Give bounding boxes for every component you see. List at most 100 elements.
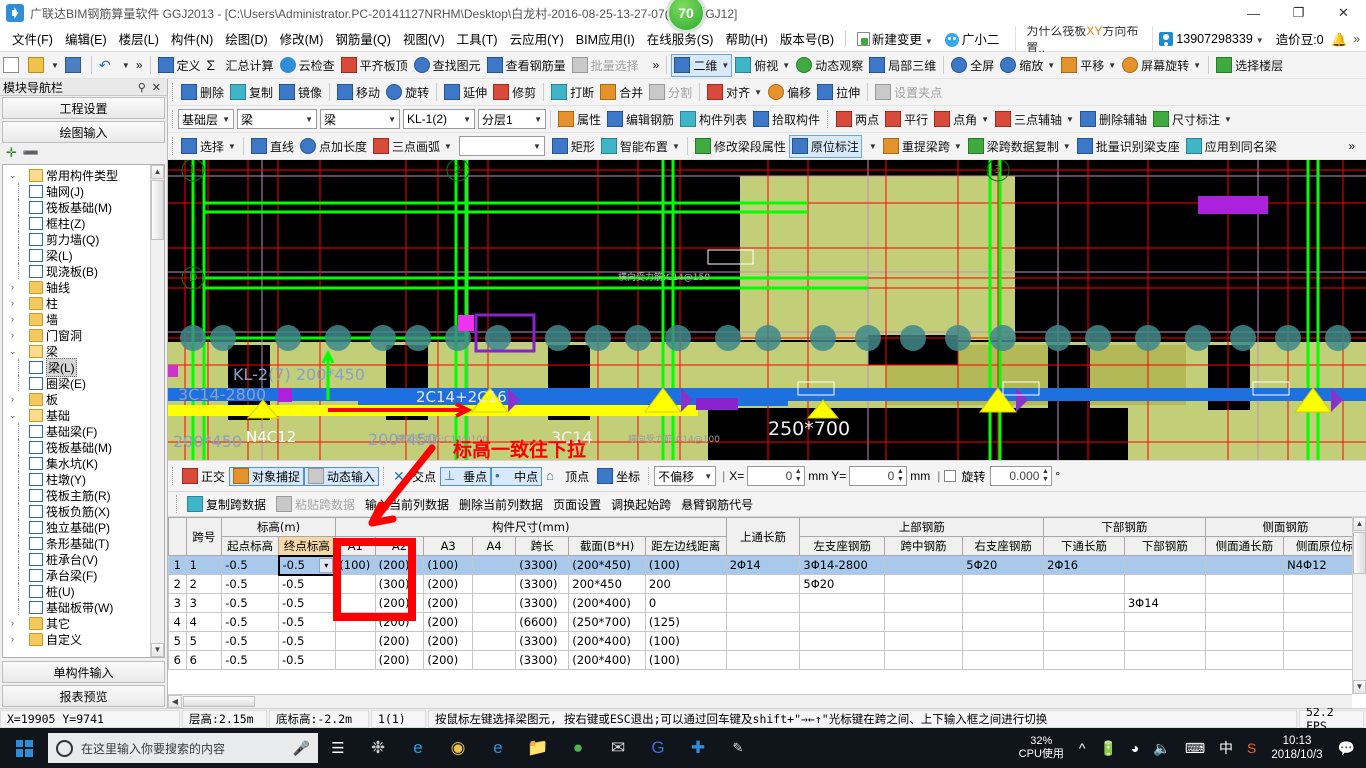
copy-button[interactable]: 复制	[227, 81, 276, 104]
table-column-header[interactable]: 下部钢筋	[1123, 536, 1206, 556]
zoom-button[interactable]: 缩放 ▼	[997, 54, 1058, 77]
table-cell-end_elev[interactable]: -0.5	[278, 612, 336, 632]
table-cell-end_elev[interactable]: -0.5	[278, 650, 336, 670]
paste-span-data-button[interactable]: 粘贴跨数据	[271, 494, 360, 515]
tree-node-item[interactable]: 梁(L)	[5, 357, 164, 377]
offset-mode-select[interactable]: 不偏移 ▼	[654, 466, 717, 486]
sidebar-button-report-preview[interactable]: 报表预览	[2, 685, 165, 707]
table-cell-a2[interactable]: (200)	[374, 593, 425, 613]
merge-button[interactable]: 合并	[597, 81, 646, 104]
table-row[interactable]: 4 4 -0.5 -0.5 (200) (200) (6600) (250*700) (125)	[168, 612, 1366, 632]
taskbar-app-mail[interactable]: ✉	[598, 728, 638, 768]
tree-node-item[interactable]: 集水坑(K)	[5, 455, 164, 471]
scroll-thumb[interactable]	[151, 180, 164, 240]
object-snap-toggle[interactable]: 对象捕捉	[229, 466, 305, 486]
toolbar-grip[interactable]	[172, 110, 174, 128]
chevron-right-icon[interactable]: ›	[7, 314, 18, 324]
new-file-button[interactable]	[0, 54, 25, 77]
split-button[interactable]: 分割	[646, 81, 695, 104]
line-tool-button[interactable]: 直线	[248, 135, 297, 158]
close-button[interactable]: ✕	[1321, 0, 1366, 26]
table-cell-start_elev[interactable]: -0.5	[221, 574, 279, 594]
tree-node-folder[interactable]: › 轴线	[5, 279, 164, 295]
two-point-axis-button[interactable]: 两点	[833, 108, 882, 131]
tree-node-folder[interactable]: ⌄ 梁	[5, 343, 164, 359]
table-cell-start_elev[interactable]: -0.5	[221, 593, 279, 613]
point-angle-axis-button[interactable]: 点角 ▼	[931, 108, 992, 131]
table-vscrollbar[interactable]: ▲ ▼	[1352, 517, 1366, 694]
sidebar-button-project-settings[interactable]: 工程设置	[2, 97, 165, 119]
table-cell-side_through[interactable]	[1204, 593, 1285, 613]
table-cell-a4[interactable]	[471, 650, 517, 670]
input-column-data-button[interactable]: 输入当前列数据	[360, 494, 454, 515]
taskbar-clock[interactable]: 10:13 2018/10/3	[1263, 734, 1330, 762]
table-row[interactable]: 1 1 -0.5 -0.5 ▾ (100) (200) (100) (3300) (200*450…	[168, 554, 1366, 576]
table-column-header[interactable]: 侧面通长筋	[1204, 536, 1285, 556]
chevron-down-icon[interactable]: ⌄	[7, 346, 18, 357]
table-cell-span_len[interactable]: (3300)	[515, 593, 570, 613]
tree-node-item[interactable]: 基础梁(F)	[5, 423, 164, 439]
table-cell-start_elev[interactable]: -0.5	[221, 650, 279, 670]
table-cell-a3[interactable]: (200)	[423, 574, 473, 594]
chevron-right-icon[interactable]: ›	[7, 330, 18, 340]
menu-item-cloud[interactable]: 云应用(Y)	[504, 26, 570, 51]
table-cell-a1[interactable]	[334, 593, 376, 613]
sogou-icon[interactable]: S	[1240, 740, 1263, 756]
table-cell-a3[interactable]: (100)	[423, 555, 473, 575]
tree-node-folder[interactable]: › 墙	[5, 311, 164, 327]
cloud-check-button[interactable]: 云检查	[277, 54, 338, 77]
battery-icon[interactable]: 🔋	[1092, 740, 1123, 757]
toolbar-grip[interactable]	[176, 495, 178, 513]
ime-indicator[interactable]: 中	[1212, 738, 1240, 758]
delete-column-data-button[interactable]: 删除当前列数据	[454, 494, 548, 515]
table-group-header[interactable]: 下部钢筋	[1043, 517, 1206, 537]
fullscreen-button[interactable]: 全屏	[948, 54, 997, 77]
table-group-header[interactable]: 上通长筋	[725, 517, 801, 556]
table-cell-section[interactable]: (200*400)	[568, 650, 646, 670]
chevron-down-icon[interactable]: ⌄	[7, 170, 18, 181]
table-cell-mid[interactable]	[883, 574, 964, 594]
table-column-header[interactable]: 跨中钢筋	[883, 536, 964, 556]
rotate-input[interactable]: 0.000 ▲ ▼	[990, 466, 1053, 486]
cantilever-code-button[interactable]: 悬臂钢筋代号	[676, 494, 758, 515]
table-cell-a2[interactable]: (200)	[374, 555, 425, 575]
scroll-thumb[interactable]	[1353, 532, 1366, 574]
find-element-button[interactable]: 查找图元	[411, 54, 484, 77]
component-tree[interactable]: ⌄ 常用构件类型 轴网(J) 筏板基础(M) 框柱(Z) 剪力墙(Q) 梁(L) 现浇板(B)…	[2, 164, 165, 658]
table-cell-mid[interactable]	[883, 555, 964, 575]
row-header[interactable]: 2	[168, 574, 187, 594]
select-tool-button[interactable]: 选择 ▼	[178, 135, 239, 158]
menu-item-file[interactable]: 文件(F)	[6, 26, 59, 51]
in-situ-dropdown[interactable]: ▼	[862, 135, 880, 158]
table-cell-right_support[interactable]	[962, 593, 1045, 613]
table-cell-mid[interactable]	[883, 631, 964, 651]
table-column-header[interactable]: A4	[471, 536, 517, 556]
taskbar-app-edge[interactable]: e	[398, 728, 438, 768]
table-cell-mid[interactable]	[883, 612, 964, 632]
vertex-snap-toggle[interactable]: ⌂ 顶点	[542, 467, 593, 486]
table-cell-right_support[interactable]	[962, 574, 1045, 594]
table-cell-section[interactable]: (200*450)	[568, 555, 646, 575]
table-cell-span_len[interactable]: (3300)	[515, 555, 570, 575]
member-list-button[interactable]: 构件列表	[677, 108, 750, 131]
table-cell-left_support[interactable]: 5Φ20	[799, 574, 885, 594]
table-cell-a1[interactable]	[334, 650, 376, 670]
span-data-copy-button[interactable]: 梁跨数据复制 ▼	[965, 135, 1074, 158]
menu-item-version[interactable]: 版本号(B)	[774, 26, 840, 51]
toolbar-grip[interactable]	[172, 83, 174, 101]
span-data-table-area[interactable]: 跨号 标高(m) 构件尺寸(mm) 上通长筋 上部钢筋 下部钢筋 侧面钢筋 起点标高 终点标高 A…	[168, 517, 1366, 708]
table-cell-a4[interactable]	[471, 593, 517, 613]
scroll-left-icon[interactable]: ◀	[168, 695, 182, 708]
edit-beam-segment-button[interactable]: 修改梁段属性	[692, 135, 789, 158]
taskbar-app-pen[interactable]: ✎	[718, 728, 758, 768]
table-cell-a2[interactable]: (200)	[374, 650, 425, 670]
table-cell-section[interactable]: (250*700)	[568, 612, 646, 632]
table-cell-a2[interactable]: (200)	[374, 631, 425, 651]
user-nick-button[interactable]: 广小二	[939, 26, 1006, 51]
menu-item-modify[interactable]: 修改(M)	[274, 26, 330, 51]
type-select[interactable]: 梁 ▼	[320, 109, 400, 129]
smart-layout-button[interactable]: 智能布置 ▼	[598, 135, 683, 158]
cell-dropdown-icon[interactable]: ▾	[319, 557, 334, 573]
table-cell-dist_left[interactable]: 0	[644, 593, 727, 613]
table-cell-span[interactable]: 2	[185, 574, 223, 594]
